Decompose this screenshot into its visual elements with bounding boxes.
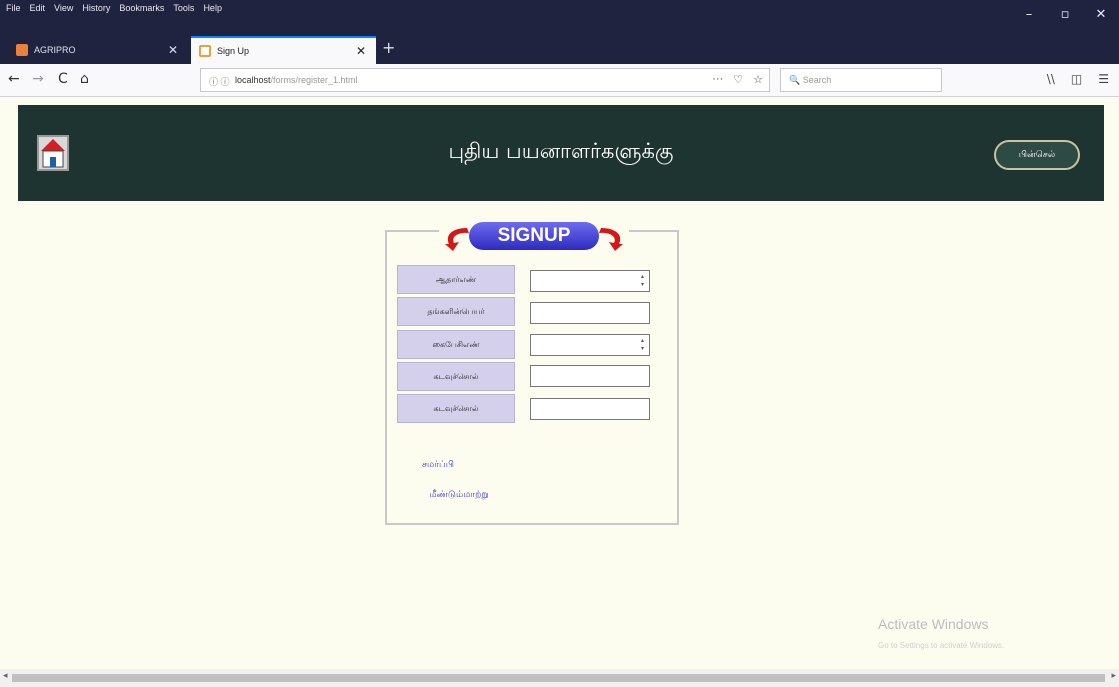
confirm-password-label: கடவுச்சொல்	[397, 394, 515, 423]
horizontal-scrollbar[interactable]: ◂ ▸	[0, 669, 1119, 687]
mobile-input[interactable]: ▴ ▾	[530, 334, 650, 356]
url-path: /forms/register_1.html	[270, 75, 358, 85]
reset-button[interactable]: மீண்டும்மாற்று	[403, 485, 515, 505]
library-icon[interactable]: \\	[1047, 72, 1055, 86]
password-label: கடவுச்சொல்	[397, 362, 515, 391]
back-button[interactable]: பின்செல்	[994, 140, 1080, 170]
minimize-button[interactable]: –	[1011, 0, 1047, 28]
signup-favicon-icon	[199, 45, 211, 57]
navigation-bar: ← → C ⌂ ⓘ ⓘ localhost/forms/register_1.h…	[0, 64, 1119, 97]
activate-windows-subtitle: Go to Settings to activate Windows.	[878, 641, 1005, 650]
back-icon[interactable]: ←	[8, 71, 20, 87]
menu-history[interactable]: History	[82, 3, 110, 13]
menu-file[interactable]: File	[6, 3, 21, 13]
aadhaar-input[interactable]: ▴ ▾	[530, 270, 650, 292]
name-input[interactable]	[530, 302, 650, 324]
confirm-password-input[interactable]	[530, 398, 650, 420]
page-header: புதிய பயனாளர்களுக்கு பின்செல்	[18, 105, 1104, 201]
curved-arrow-right-icon	[599, 228, 623, 251]
close-tab-icon[interactable]: ✕	[168, 43, 178, 57]
signup-badge: SIGNUP	[469, 222, 599, 250]
new-tab-button[interactable]: +	[382, 38, 395, 57]
menu-view[interactable]: View	[54, 3, 73, 13]
bookmark-star-icon[interactable]: ☆	[753, 73, 763, 86]
scroll-left-icon[interactable]: ◂	[3, 671, 8, 681]
search-input[interactable]: 🔍 Search	[780, 68, 942, 92]
tab-sign-up[interactable]: Sign Up ✕	[191, 36, 376, 64]
curved-arrow-left-icon	[445, 228, 469, 251]
mobile-label: கைபேசிஎண்	[397, 330, 515, 359]
name-label: தங்களின்பெயர்	[397, 297, 515, 326]
menu-bookmarks[interactable]: Bookmarks	[119, 3, 164, 13]
maximize-button[interactable]: ▫	[1047, 0, 1083, 28]
reload-icon[interactable]: C	[58, 71, 68, 87]
submit-button[interactable]: சமர்ப்பி	[408, 455, 468, 475]
aadhaar-label: ஆதார்எண்	[397, 265, 515, 294]
menu-help[interactable]: Help	[203, 3, 222, 13]
menu-bar: File Edit View History Bookmarks Tools H…	[0, 0, 1119, 34]
scrollbar-thumb[interactable]	[12, 674, 1105, 682]
tab-bar: AGRIPRO ✕ Sign Up ✕	[0, 34, 1119, 64]
page-title: புதிய பயனாளர்களுக்கு	[448, 139, 674, 163]
password-input[interactable]	[530, 365, 650, 387]
page-actions-icon[interactable]: ···	[712, 73, 723, 86]
forward-icon[interactable]: →	[32, 71, 44, 87]
tab-label: AGRIPRO	[34, 45, 76, 55]
tab-label: Sign Up	[217, 46, 250, 56]
search-placeholder: 🔍 Search	[789, 75, 832, 85]
url-host: localhost	[235, 75, 271, 85]
menu-edit[interactable]: Edit	[30, 3, 46, 13]
scroll-right-icon[interactable]: ▸	[1111, 671, 1116, 681]
activate-windows-title: Activate Windows	[878, 616, 989, 632]
tab-agripro[interactable]: AGRIPRO ✕	[8, 36, 188, 64]
menu-tools[interactable]: Tools	[173, 3, 194, 13]
site-info-icon[interactable]: ⓘ ⓘ	[209, 75, 230, 88]
url-bar[interactable]: ⓘ ⓘ localhost/forms/register_1.html ··· …	[200, 68, 770, 92]
agripro-favicon-icon	[16, 44, 28, 56]
close-tab-icon[interactable]: ✕	[356, 44, 366, 58]
sidebar-icon[interactable]: ◫	[1071, 72, 1082, 86]
number-spinner-icon[interactable]: ▴ ▾	[638, 273, 647, 289]
number-spinner-icon[interactable]: ▴ ▾	[638, 337, 647, 353]
home-icon[interactable]: ⌂	[80, 71, 89, 87]
url-text: localhost/forms/register_1.html	[235, 75, 358, 85]
close-window-button[interactable]: ✕	[1083, 0, 1119, 28]
pocket-icon[interactable]: ♡	[733, 73, 743, 86]
hamburger-menu-icon[interactable]: ☰	[1098, 72, 1109, 86]
signup-legend: SIGNUP	[439, 216, 629, 256]
